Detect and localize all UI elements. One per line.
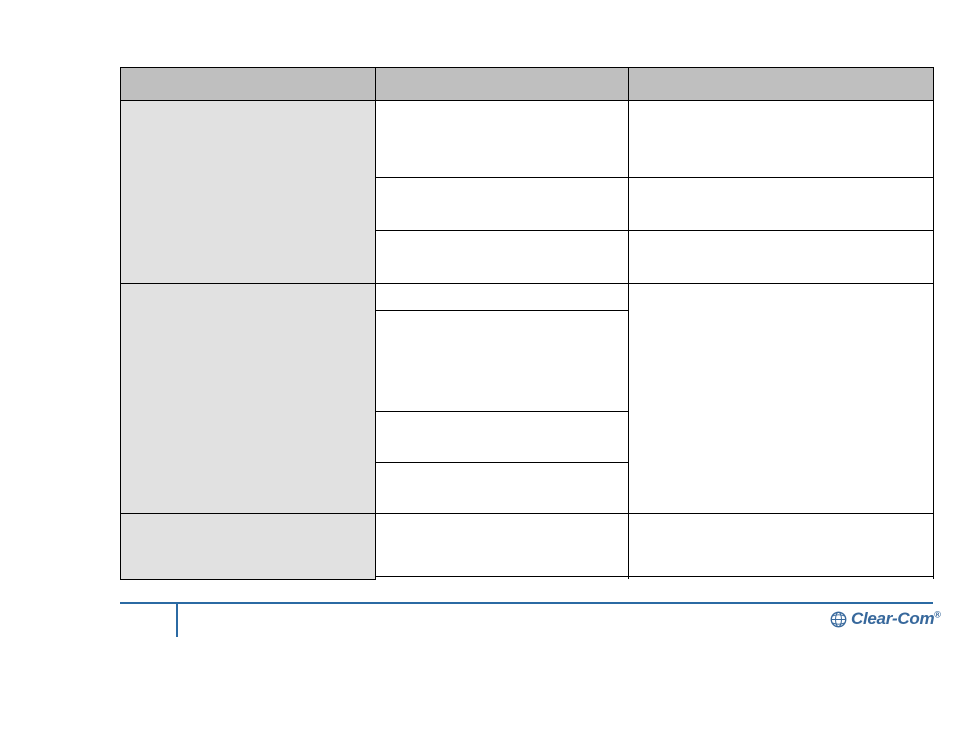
cell-2-4-c bbox=[376, 463, 629, 514]
cell-1-1-r bbox=[629, 101, 934, 178]
table-row bbox=[121, 514, 934, 577]
cell-3-1-r bbox=[629, 514, 934, 577]
th-1 bbox=[121, 68, 376, 101]
table-header-row bbox=[121, 68, 934, 101]
footer-divider bbox=[176, 604, 178, 637]
cell-2-2-c bbox=[376, 311, 629, 412]
table-row bbox=[121, 284, 934, 311]
cell-2-1-c bbox=[376, 284, 629, 311]
cat-1 bbox=[121, 101, 376, 284]
cell-3-2-r bbox=[629, 577, 934, 580]
cell-1-3-c bbox=[376, 231, 629, 284]
cell-1-2-r bbox=[629, 178, 934, 231]
clear-com-logo: Clear-Com® bbox=[830, 609, 941, 629]
logo-reg: ® bbox=[934, 609, 940, 619]
cell-1-2-c bbox=[376, 178, 629, 231]
table-row bbox=[121, 101, 934, 178]
cell-2-r-merged bbox=[629, 284, 934, 514]
cell-3-1-c bbox=[376, 514, 629, 577]
logo-text: Clear-Com® bbox=[851, 609, 941, 629]
cat-2 bbox=[121, 284, 376, 514]
globe-icon bbox=[830, 611, 847, 628]
cell-1-3-r bbox=[629, 231, 934, 284]
specs-table bbox=[120, 67, 934, 580]
th-3 bbox=[629, 68, 934, 101]
cell-3-2-c bbox=[376, 577, 629, 580]
th-2 bbox=[376, 68, 629, 101]
logo-word: Clear-Com bbox=[851, 609, 934, 628]
footer-rule bbox=[120, 602, 933, 604]
cat-3 bbox=[121, 514, 376, 580]
cell-2-3-c bbox=[376, 412, 629, 463]
cell-1-1-c bbox=[376, 101, 629, 178]
